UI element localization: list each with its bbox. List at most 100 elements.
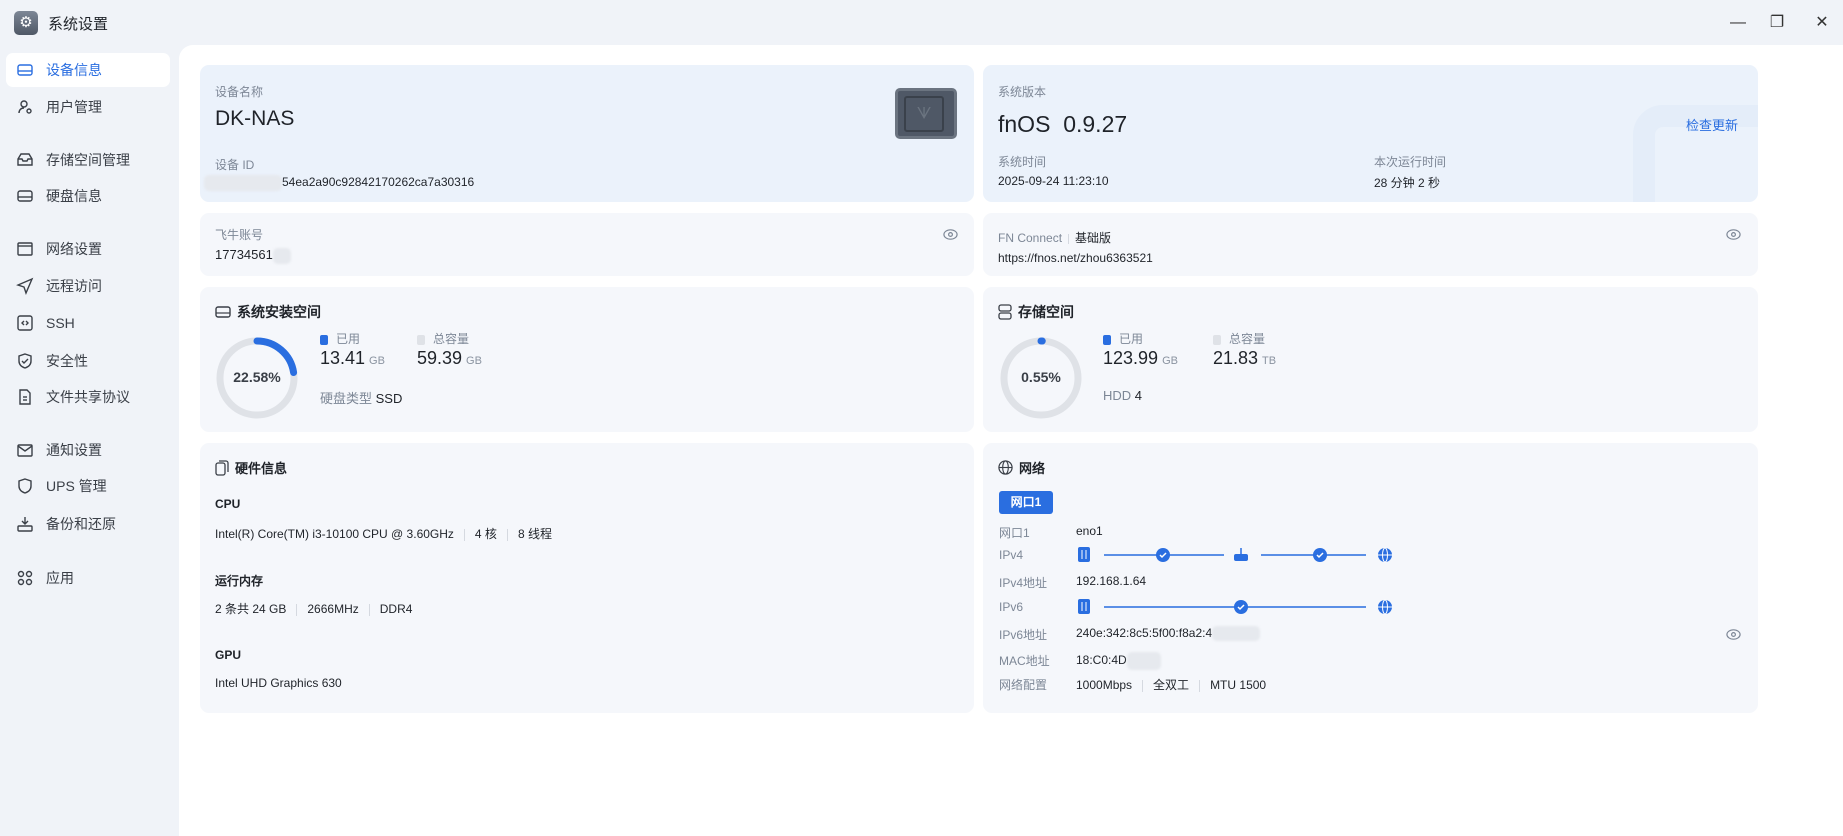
shield-icon bbox=[16, 477, 34, 495]
globe-icon bbox=[998, 460, 1013, 475]
restore-button[interactable]: ❐ bbox=[1762, 8, 1792, 38]
network-window-icon bbox=[16, 240, 34, 258]
device-name-label: 设备名称 bbox=[215, 85, 264, 99]
check-update-link[interactable]: 检查更新 bbox=[1686, 115, 1738, 134]
network-title: 网络 bbox=[998, 458, 1045, 477]
sidebar-item-1[interactable]: 用户管理 bbox=[6, 90, 170, 124]
gpu-label: GPU bbox=[215, 648, 242, 662]
system-version-label: 系统版本 bbox=[998, 85, 1047, 99]
sidebar-item-2[interactable]: 存储空间管理 bbox=[6, 143, 170, 177]
mac-label: MAC地址 bbox=[999, 654, 1050, 668]
download-tray-icon bbox=[16, 515, 34, 533]
fn-connect-url: https://fnos.net/zhou6363521 bbox=[998, 251, 1153, 265]
network-config-label: 网络配置 bbox=[999, 678, 1048, 692]
code-icon bbox=[16, 314, 34, 332]
ipv6-address-label: IPv6地址 bbox=[999, 628, 1048, 642]
cpu-info: Intel(R) Core(TM) i3-10100 CPU @ 3.60GHz… bbox=[215, 527, 552, 541]
sidebar-item-4[interactable]: 网络设置 bbox=[6, 232, 170, 266]
install-usage-percent: 22.58% bbox=[233, 369, 281, 385]
router-icon bbox=[1234, 554, 1248, 561]
eye-icon[interactable] bbox=[1726, 227, 1741, 242]
total-value: 21.83 TB bbox=[1213, 348, 1277, 368]
sidebar-item-label: 硬盘信息 bbox=[46, 188, 102, 204]
sidebar-item-label: 网络设置 bbox=[46, 241, 102, 257]
disk-type: 硬盘类型 SSD bbox=[320, 391, 403, 406]
ipv4-label: IPv4 bbox=[999, 548, 1024, 562]
tab-port-1[interactable]: 网口1 bbox=[999, 491, 1053, 514]
sidebar-item-9[interactable]: 通知设置 bbox=[6, 433, 170, 467]
hardware-title: 硬件信息 bbox=[215, 458, 287, 477]
install-space-card: 系统安装空间 22.58% 已用 13.41 GB 总容量 59.39 GB 硬盘类… bbox=[200, 287, 974, 432]
network-card: 网络 网口1 网口1 eno1 IPv4 IPv4地址 192.168.1.64… bbox=[983, 443, 1758, 713]
sidebar-item-label: 设备信息 bbox=[46, 62, 102, 78]
app-title: 系统设置 bbox=[48, 16, 109, 33]
send-icon bbox=[16, 277, 34, 295]
sidebar-item-10[interactable]: UPS 管理 bbox=[6, 469, 170, 503]
server-icon bbox=[998, 304, 1012, 320]
total-legend: 总容量 bbox=[1213, 330, 1265, 347]
ipv6-connection-diagram bbox=[1078, 599, 1392, 615]
sidebar-item-3[interactable]: 硬盘信息 bbox=[6, 179, 170, 213]
fn-connect-label: FN Connect 基础版 bbox=[998, 231, 1112, 245]
sidebar-item-12[interactable]: 应用 bbox=[6, 561, 170, 595]
hdd-count: HDD 4 bbox=[1103, 388, 1143, 403]
eye-icon[interactable] bbox=[943, 227, 958, 242]
sidebar-item-7[interactable]: 安全性 bbox=[6, 344, 170, 378]
sidebar-item-label: 文件共享协议 bbox=[46, 389, 130, 405]
drive-icon bbox=[16, 61, 34, 79]
sidebar-item-label: 应用 bbox=[46, 570, 74, 586]
uptime: 28 分钟 2 秒 bbox=[1374, 176, 1441, 190]
sidebar-item-label: SSH bbox=[46, 315, 75, 331]
cpu-label: CPU bbox=[215, 497, 241, 511]
user-gear-icon bbox=[16, 98, 34, 116]
account-card: 飞牛账号 17734561 bbox=[200, 213, 974, 276]
used-legend: 已用 bbox=[320, 330, 360, 347]
account-value: 17734561 bbox=[215, 247, 291, 264]
device-id: 54ea2a90c92842170262ca7a30316 bbox=[204, 175, 474, 191]
ipv4-connection-diagram bbox=[1078, 547, 1392, 563]
used-value: 13.41 GB bbox=[320, 348, 385, 368]
device-icon bbox=[215, 459, 229, 476]
sidebar-item-0[interactable]: 设备信息 bbox=[6, 53, 170, 87]
sidebar-item-label: 远程访问 bbox=[46, 278, 102, 294]
storage-tray-icon bbox=[16, 151, 34, 169]
account-label: 飞牛账号 bbox=[215, 228, 264, 242]
port-label: 网口1 bbox=[999, 526, 1030, 540]
eye-icon[interactable] bbox=[1726, 627, 1741, 642]
drive-icon bbox=[215, 306, 231, 318]
sidebar-item-label: 备份和还原 bbox=[46, 516, 116, 532]
used-value: 123.99 GB bbox=[1103, 348, 1178, 368]
storage-usage-percent: 0.55% bbox=[1021, 369, 1061, 385]
network-config: 1000Mbps 全双工 MTU 1500 bbox=[1076, 678, 1267, 692]
sidebar-item-8[interactable]: 文件共享协议 bbox=[6, 380, 170, 414]
system-version: fnOS 0.9.27 bbox=[998, 111, 1128, 137]
minimize-button[interactable]: — bbox=[1723, 8, 1753, 38]
device-name: DK-NAS bbox=[215, 107, 295, 130]
nas-icon bbox=[1078, 599, 1090, 614]
ipv4-address: 192.168.1.64 bbox=[1076, 574, 1147, 588]
sidebar-item-label: UPS 管理 bbox=[46, 478, 107, 494]
port-value: eno1 bbox=[1076, 524, 1103, 538]
gpu-info: Intel UHD Graphics 630 bbox=[215, 676, 342, 690]
sidebar-item-label: 通知设置 bbox=[46, 442, 102, 458]
mail-icon bbox=[16, 441, 34, 459]
nas-device-image: ᗐ bbox=[895, 88, 957, 139]
sidebar-item-label: 存储空间管理 bbox=[46, 152, 130, 168]
sidebar-item-label: 用户管理 bbox=[46, 99, 102, 115]
sidebar-item-11[interactable]: 备份和还原 bbox=[6, 507, 170, 541]
sidebar-item-5[interactable]: 远程访问 bbox=[6, 269, 170, 303]
sidebar-item-label: 安全性 bbox=[46, 353, 88, 369]
fn-connect-card: FN Connect 基础版 https://fnos.net/zhou63635… bbox=[983, 213, 1758, 276]
memory-label: 运行内存 bbox=[215, 574, 264, 588]
device-id-label: 设备 ID bbox=[215, 158, 255, 172]
close-button[interactable]: ✕ bbox=[1807, 8, 1837, 38]
storage-title: 存储空间 bbox=[998, 302, 1074, 322]
nas-icon bbox=[1078, 547, 1090, 562]
shield-check-icon bbox=[16, 352, 34, 370]
device-card: 设备名称 DK-NAS 设备 ID 54ea2a90c92842170262ca… bbox=[200, 65, 974, 202]
total-legend: 总容量 bbox=[417, 330, 469, 347]
hardware-card: 硬件信息 CPU Intel(R) Core(TM) i3-10100 CPU … bbox=[200, 443, 974, 713]
uptime-label: 本次运行时间 bbox=[1374, 155, 1447, 169]
document-icon bbox=[16, 388, 34, 406]
sidebar-item-6[interactable]: SSH bbox=[6, 306, 170, 340]
